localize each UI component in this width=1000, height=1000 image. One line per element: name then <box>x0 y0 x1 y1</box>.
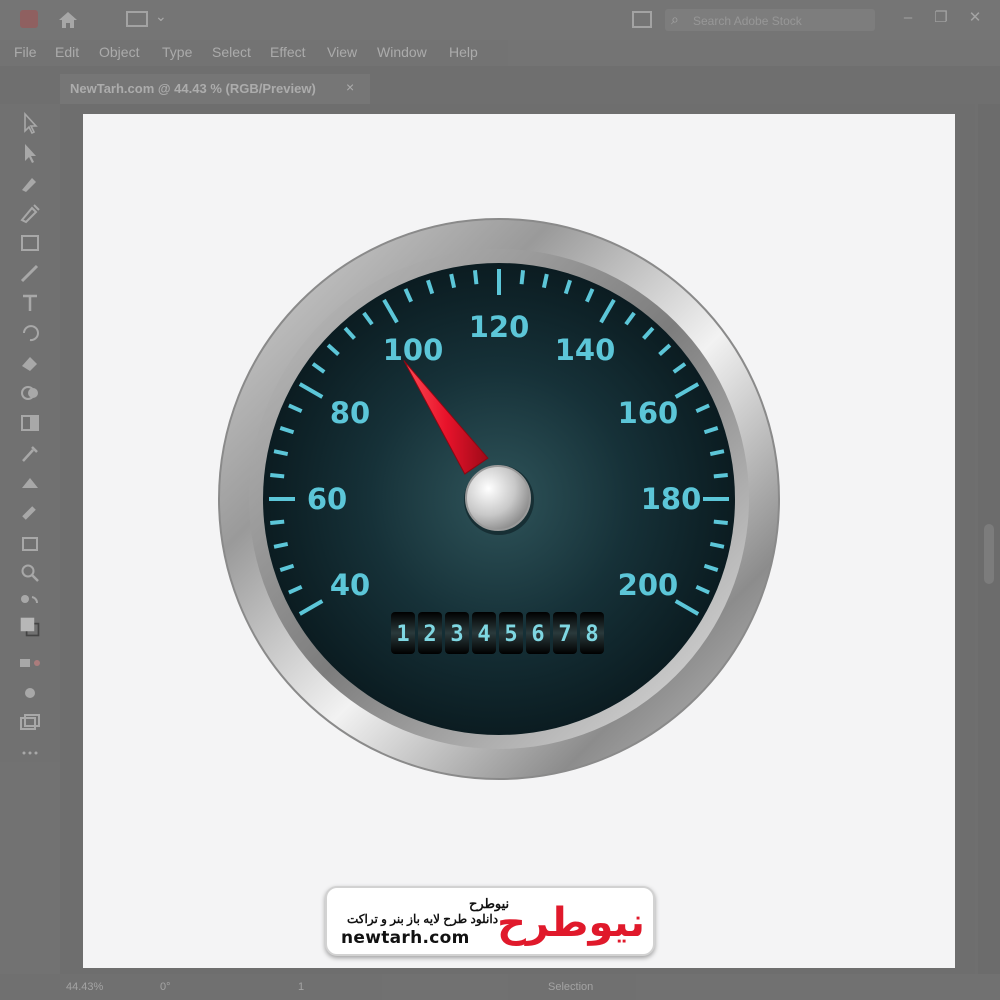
svg-text:نیوطرح: نیوطرح <box>497 900 645 946</box>
speed-label-100: 100 <box>383 333 444 367</box>
speed-label-80: 80 <box>330 396 370 430</box>
speed-label-40: 40 <box>330 568 370 602</box>
watermark-url: newtarh.com <box>341 928 470 948</box>
minor-tick <box>449 273 457 289</box>
speed-label-200: 200 <box>618 568 679 602</box>
minor-tick <box>709 449 725 457</box>
odometer-digit: 5 <box>499 612 523 654</box>
newtarh-logo: نیوطرح <box>497 900 645 946</box>
minor-tick <box>472 270 479 285</box>
speed-label-160: 160 <box>618 396 679 430</box>
odometer-digit: 4 <box>472 612 496 654</box>
odometer-digit: 1 <box>391 612 415 654</box>
odometer-digit: 2 <box>418 612 442 654</box>
rotation-value[interactable]: 0° <box>160 981 171 993</box>
minor-tick <box>713 519 728 526</box>
svg-text:6: 6 <box>531 622 544 647</box>
watermark-subtitle: دانلود طرح لایه باز بنر و تراکت <box>347 912 499 926</box>
minor-tick <box>273 541 289 549</box>
minor-tick <box>713 472 728 479</box>
svg-text:2: 2 <box>423 622 436 647</box>
svg-text:4: 4 <box>477 622 490 647</box>
odometer-digit: 8 <box>580 612 604 654</box>
svg-text:8: 8 <box>585 622 598 647</box>
odometer-digit: 6 <box>526 612 550 654</box>
needle-hub-cap <box>465 465 531 531</box>
minor-tick <box>273 449 289 457</box>
minor-tick <box>541 273 549 289</box>
odometer-digit: 7 <box>553 612 577 654</box>
speedometer[interactable]: 40 60 80 100 120 140 160 180 200 1 2 3 4… <box>0 0 1000 1000</box>
zoom-level[interactable]: 44.43% <box>66 981 103 993</box>
status-bar: 44.43% 0° 1 Selection <box>0 974 1000 1000</box>
artboard-number[interactable]: 1 <box>298 981 304 993</box>
svg-text:1: 1 <box>396 622 409 647</box>
speed-label-60: 60 <box>307 482 347 516</box>
minor-tick <box>519 270 526 285</box>
minor-tick <box>270 519 285 526</box>
odometer-digit: 3 <box>445 612 469 654</box>
speed-label-140: 140 <box>555 333 616 367</box>
minor-tick <box>270 472 285 479</box>
svg-text:3: 3 <box>450 622 463 647</box>
speed-label-120: 120 <box>469 310 530 344</box>
watermark-badge: نیوطرح دانلود طرح لایه باز بنر و تراکت n… <box>325 886 655 956</box>
minor-tick <box>709 541 725 549</box>
speed-label-180: 180 <box>641 482 702 516</box>
status-mode: Selection <box>548 981 594 993</box>
svg-text:7: 7 <box>558 622 571 647</box>
svg-text:5: 5 <box>504 622 517 647</box>
